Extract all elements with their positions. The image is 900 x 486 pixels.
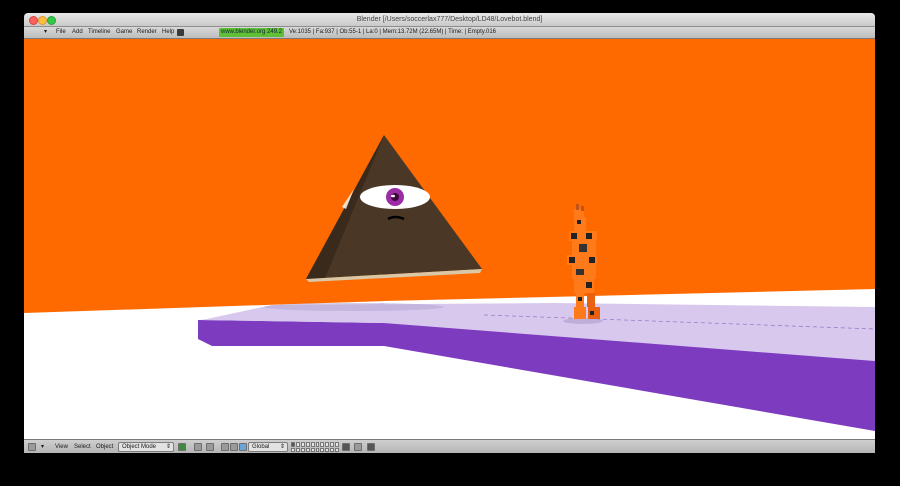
draw-type-icon[interactable] bbox=[178, 443, 186, 451]
blender-window: Blender [/Users/soccerlax777/Desktop/LD4… bbox=[24, 13, 875, 453]
lock-icon[interactable] bbox=[342, 443, 350, 451]
chevron-down-icon: ⇕ bbox=[165, 444, 171, 450]
transform-orientation-dropdown[interactable]: Global ⇕ bbox=[248, 442, 288, 452]
render-icon[interactable] bbox=[367, 443, 375, 451]
3d-view-header: ▾ View Select Object Object Mode ⇕ Globa… bbox=[24, 439, 875, 453]
menu-render[interactable]: Render bbox=[137, 27, 157, 38]
platform-left-side bbox=[198, 320, 384, 346]
header-collapse-icon[interactable]: ▾ bbox=[44, 27, 47, 38]
title-bar: Blender [/Users/soccerlax777/Desktop/LD4… bbox=[24, 13, 875, 27]
blender-org-link[interactable]: www.blender.org 249.2 bbox=[219, 28, 285, 37]
screen-browse-icon[interactable] bbox=[177, 29, 184, 36]
info-header: ▾ File Add Timeline Game Render Help www… bbox=[24, 27, 875, 39]
3d-scene[interactable] bbox=[24, 39, 875, 439]
3d-viewport[interactable] bbox=[24, 39, 875, 439]
object-mode-label: Object Mode bbox=[122, 444, 157, 450]
menu-object[interactable]: Object bbox=[96, 440, 113, 453]
manipulator-hand-icon[interactable] bbox=[221, 443, 229, 451]
object-mode-dropdown[interactable]: Object Mode ⇕ bbox=[118, 442, 174, 452]
menu-view[interactable]: View bbox=[55, 440, 68, 453]
menu-file[interactable]: File bbox=[56, 27, 66, 38]
menu-timeline[interactable]: Timeline bbox=[88, 27, 110, 38]
layer-lock-icon[interactable] bbox=[354, 443, 362, 451]
orientation-label: Global bbox=[252, 444, 270, 450]
pyramid-shadow bbox=[264, 303, 444, 311]
menu-add[interactable]: Add bbox=[72, 27, 83, 38]
layer-buttons[interactable] bbox=[291, 442, 339, 452]
menu-game[interactable]: Game bbox=[116, 27, 132, 38]
manipulator-rotate-icon[interactable] bbox=[239, 443, 247, 451]
menu-help[interactable]: Help bbox=[162, 27, 174, 38]
eye-glint bbox=[391, 194, 395, 198]
header-collapse-icon[interactable]: ▾ bbox=[41, 440, 44, 453]
chevron-down-icon: ⇕ bbox=[279, 444, 285, 450]
pivot-icon[interactable] bbox=[194, 443, 202, 451]
pivot-align-icon[interactable] bbox=[206, 443, 214, 451]
menu-select[interactable]: Select bbox=[74, 440, 91, 453]
manipulator-translate-icon[interactable] bbox=[230, 443, 238, 451]
grid-editor-icon[interactable] bbox=[28, 443, 36, 451]
window-title: Blender [/Users/soccerlax777/Desktop/LD4… bbox=[356, 16, 543, 23]
scene-stats: Ve:1035 | Fa:937 | Ob:55-1 | La:0 | Mem:… bbox=[289, 29, 497, 35]
